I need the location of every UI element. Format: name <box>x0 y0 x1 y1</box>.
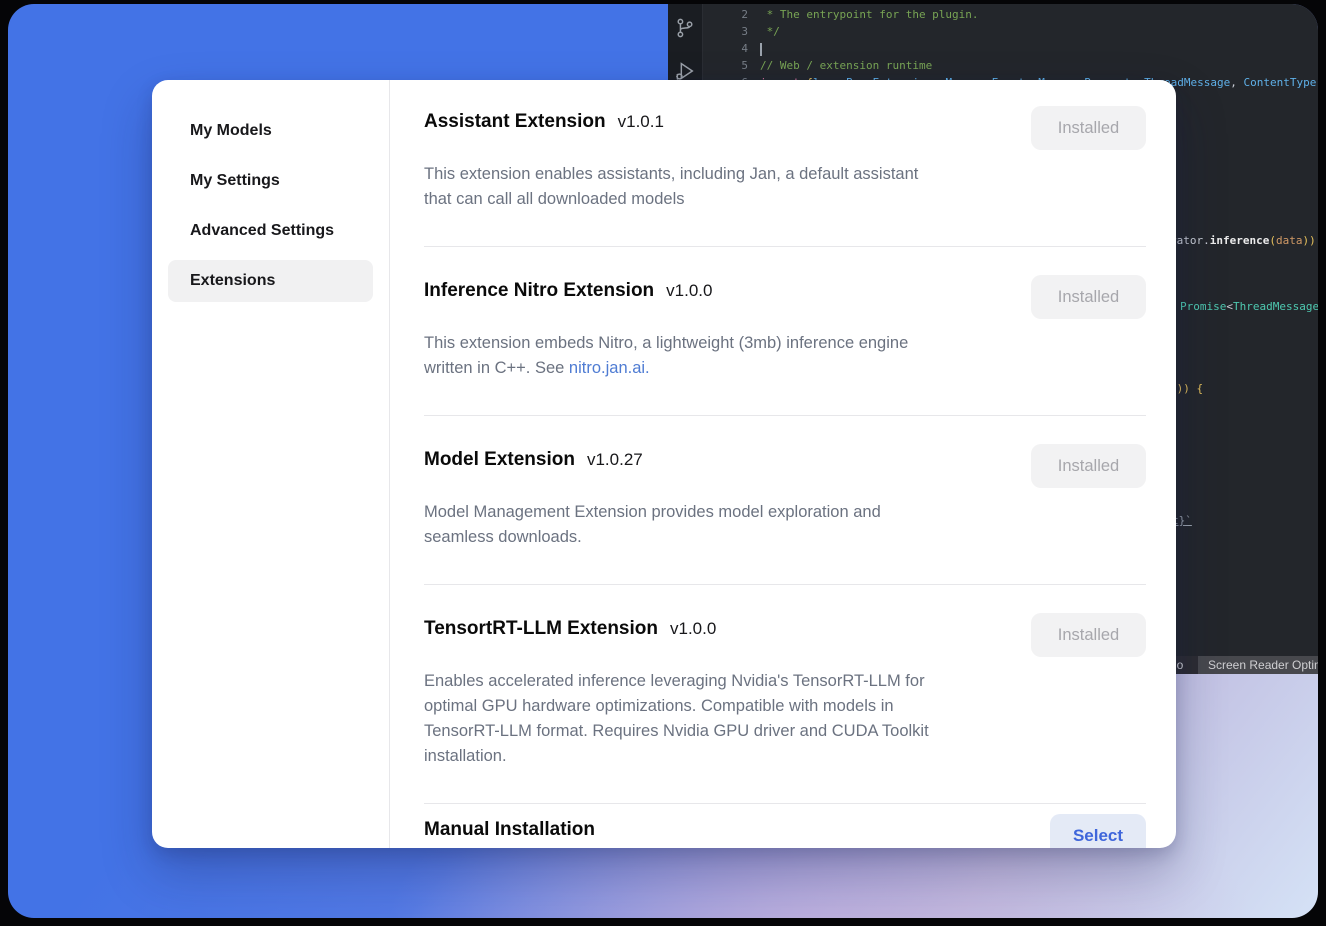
screen-reader-status-item[interactable]: Screen Reader Optimized <box>1198 656 1318 674</box>
installed-button[interactable]: Installed <box>1031 613 1146 657</box>
code-lines: 2 * The entrypoint for the plugin.3 */45… <box>703 6 1318 91</box>
desktop-background: 2 * The entrypoint for the plugin.3 */45… <box>8 4 1318 918</box>
installed-button[interactable]: Installed <box>1031 275 1146 319</box>
extension-version: v1.0.27 <box>587 450 643 469</box>
extension-name: Inference Nitro Extension <box>424 280 654 301</box>
code-fragment: rator.inference(data)); <box>1170 234 1318 248</box>
settings-sidebar: My Models My Settings Advanced Settings … <box>152 80 390 848</box>
code-fragment: Promise<ThreadMessage> <box>1180 300 1318 314</box>
extension-name: Assistant Extension <box>424 111 606 132</box>
nitro-jan-ai-link[interactable]: nitro.jan.ai. <box>569 359 650 377</box>
run-and-debug-icon[interactable] <box>674 60 696 82</box>
sidebar-item-extensions[interactable]: Extensions <box>168 260 373 302</box>
manual-installation-row: Manual Installation Select Select an ext… <box>424 804 1146 848</box>
sidebar-item-my-settings[interactable]: My Settings <box>168 160 373 202</box>
installed-button[interactable]: Installed <box>1031 106 1146 150</box>
manual-installation-title: Manual Installation <box>424 819 595 840</box>
extension-version: v1.0.0 <box>666 281 712 300</box>
extension-description: Model Management Extension provides mode… <box>424 500 1014 550</box>
extension-description: Enables accelerated inference leveraging… <box>424 669 1014 769</box>
settings-window: My Models My Settings Advanced Settings … <box>152 80 1176 848</box>
extension-row-tensorrt-llm: TensortRT-LLM Extensionv1.0.0 Installed … <box>424 585 1146 804</box>
extension-version: v1.0.1 <box>618 112 664 131</box>
installed-button[interactable]: Installed <box>1031 444 1146 488</box>
extensions-panel: Assistant Extension v1.0.1 Installed This… <box>390 80 1176 848</box>
extension-name: TensortRT-LLM Extension <box>424 618 658 639</box>
extension-row-model: Model Extension v1.0.27 Installed Model M… <box>424 416 1146 585</box>
extension-name: Model Extension <box>424 449 575 470</box>
extension-row-assistant: Assistant Extension v1.0.1 Installed This… <box>424 108 1146 247</box>
sidebar-item-my-models[interactable]: My Models <box>168 110 373 152</box>
extension-row-inference-nitro: Inference Nitro Extension v1.0.0 Installe… <box>424 247 1146 416</box>
sidebar-item-advanced-settings[interactable]: Advanced Settings <box>168 210 373 252</box>
source-control-icon[interactable] <box>674 17 696 39</box>
extension-description: This extension enables assistants, inclu… <box>424 162 1014 212</box>
extension-description-text: This extension embeds Nitro, a lightweig… <box>424 334 908 377</box>
select-button[interactable]: Select <box>1050 814 1146 848</box>
extension-version: v1.0.0 <box>670 619 716 638</box>
extension-description: This extension embeds Nitro, a lightweig… <box>424 331 1014 381</box>
